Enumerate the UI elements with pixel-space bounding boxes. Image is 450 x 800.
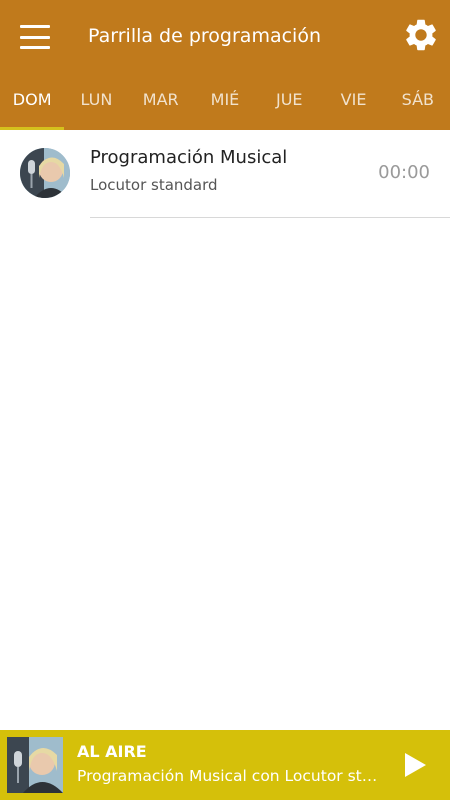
toolbar: Parrilla de programación bbox=[0, 0, 450, 72]
player-artwork bbox=[7, 737, 63, 793]
gear-icon[interactable] bbox=[402, 16, 440, 54]
day-tabs: DOM LUN MAR MIÉ JUE VIE SÁB bbox=[0, 72, 450, 130]
tab-dom[interactable]: DOM bbox=[0, 72, 65, 130]
program-host: Locutor standard bbox=[90, 176, 218, 194]
program-time: 00:00 bbox=[378, 162, 430, 183]
program-title: Programación Musical bbox=[90, 147, 288, 168]
tab-sab[interactable]: SÁB bbox=[386, 72, 450, 130]
tab-vie[interactable]: VIE bbox=[321, 72, 385, 130]
tab-jue[interactable]: JUE bbox=[257, 72, 321, 130]
now-playing-bar[interactable]: AL AIRE Programación Musical con Locutor… bbox=[0, 730, 450, 800]
page-title: Parrilla de programación bbox=[88, 25, 321, 47]
app-bar: Parrilla de programación DOM LUN MAR MIÉ… bbox=[0, 0, 450, 130]
schedule-list: Programación Musical Locutor standard 00… bbox=[0, 130, 450, 218]
list-item[interactable]: Programación Musical Locutor standard 00… bbox=[0, 130, 450, 218]
tab-mar[interactable]: MAR bbox=[129, 72, 193, 130]
tab-lun[interactable]: LUN bbox=[64, 72, 128, 130]
avatar bbox=[20, 148, 70, 198]
on-air-label: AL AIRE bbox=[77, 742, 147, 761]
play-icon[interactable] bbox=[398, 748, 432, 782]
hamburger-menu-icon[interactable] bbox=[18, 22, 52, 52]
tab-mie[interactable]: MIÉ bbox=[193, 72, 257, 130]
now-playing-text: Programación Musical con Locutor standar… bbox=[77, 767, 382, 785]
divider bbox=[90, 217, 450, 218]
